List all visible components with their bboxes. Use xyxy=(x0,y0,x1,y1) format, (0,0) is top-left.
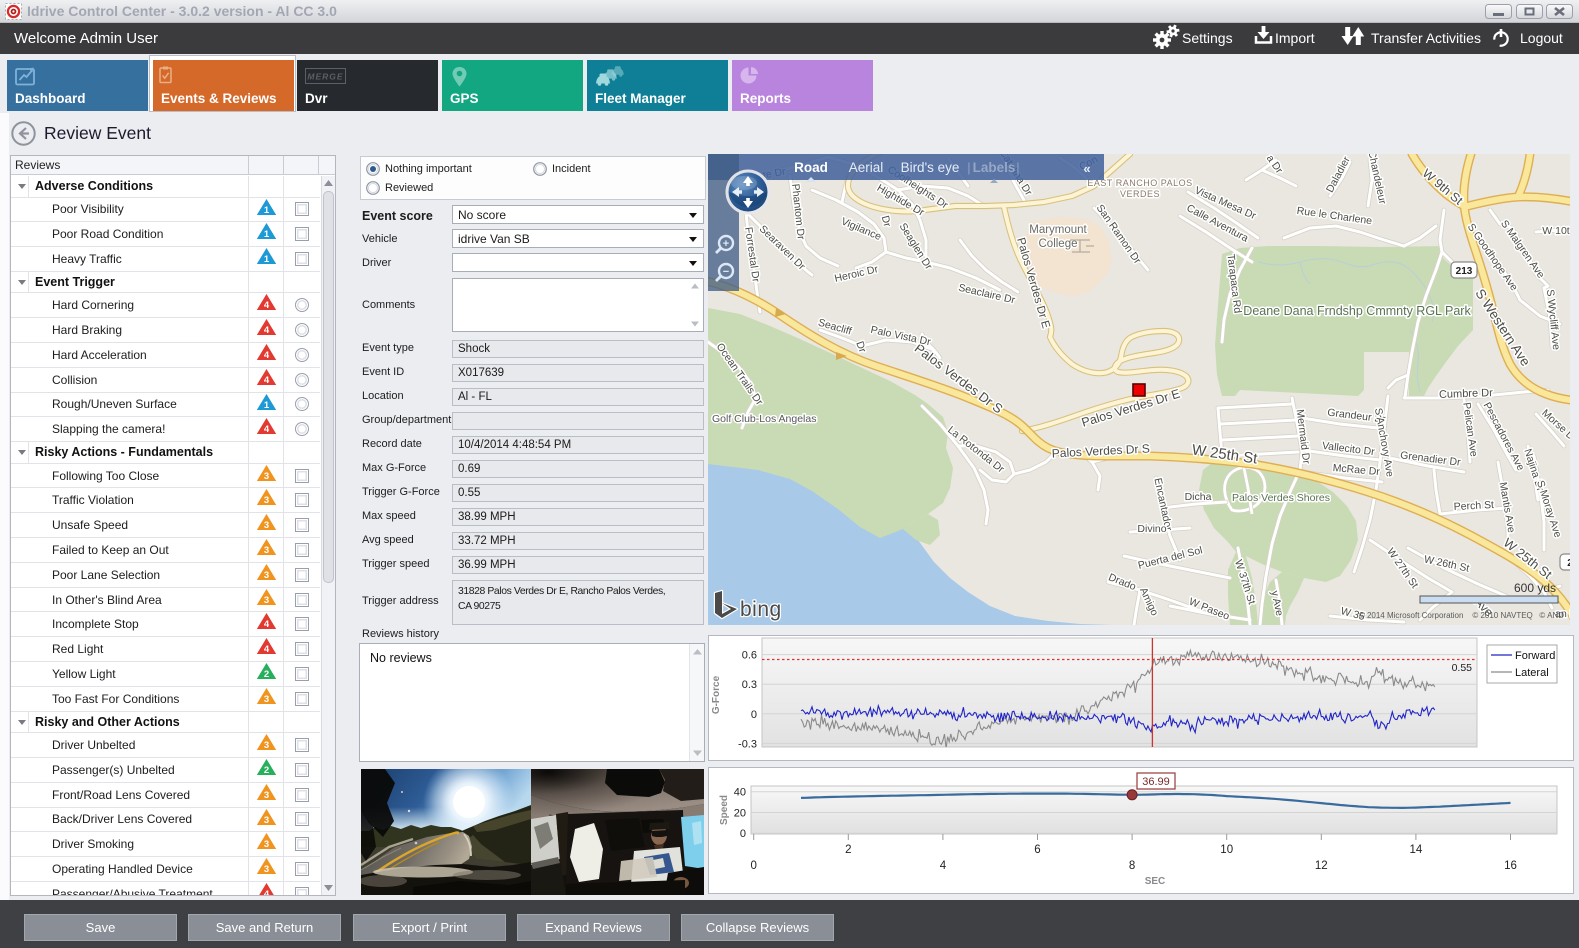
svg-text:Speed: Speed xyxy=(719,795,730,825)
svg-text:0.6: 0.6 xyxy=(742,650,757,662)
svg-text:10: 10 xyxy=(1220,844,1233,856)
svg-text:2: 2 xyxy=(263,765,268,776)
svg-text:40: 40 xyxy=(734,787,746,799)
svg-text:Lateral: Lateral xyxy=(1515,667,1549,679)
svg-text:1: 1 xyxy=(263,229,269,240)
svg-text:0: 0 xyxy=(751,709,757,721)
svg-text:W 10t: W 10t xyxy=(1542,225,1570,237)
svg-text:4: 4 xyxy=(940,860,947,872)
svg-text:4: 4 xyxy=(263,375,269,386)
svg-text:3: 3 xyxy=(263,595,268,606)
svg-text:14: 14 xyxy=(1410,844,1423,856)
svg-text:3: 3 xyxy=(263,495,268,506)
svg-text:2: 2 xyxy=(1567,558,1570,569)
svg-text:213: 213 xyxy=(1456,266,1473,277)
svg-text:Bird's eye: Bird's eye xyxy=(901,160,960,175)
svg-text:«: « xyxy=(1083,161,1090,176)
svg-text:8: 8 xyxy=(1129,860,1135,872)
svg-text:-0.3: -0.3 xyxy=(738,738,757,750)
svg-text:12: 12 xyxy=(1315,860,1328,872)
svg-text:2: 2 xyxy=(263,669,268,680)
svg-text:3: 3 xyxy=(263,815,268,826)
svg-text:Marymount: Marymount xyxy=(1029,224,1087,236)
svg-text:+: + xyxy=(723,238,729,250)
svg-text:3: 3 xyxy=(263,694,268,705)
svg-text:600 yds: 600 yds xyxy=(1514,581,1556,595)
svg-text:0.3: 0.3 xyxy=(742,679,757,691)
svg-text:4: 4 xyxy=(263,619,269,630)
svg-text:6: 6 xyxy=(1034,844,1040,856)
svg-text:1: 1 xyxy=(263,400,269,411)
svg-text:3: 3 xyxy=(263,545,268,556)
svg-text:3: 3 xyxy=(263,839,268,850)
svg-text:Labels: Labels xyxy=(973,160,1016,175)
svg-text:36.99: 36.99 xyxy=(1142,776,1170,788)
svg-text:0: 0 xyxy=(750,860,756,872)
svg-text:3: 3 xyxy=(263,570,268,581)
svg-text:4: 4 xyxy=(263,350,269,361)
svg-text:SEC: SEC xyxy=(1145,876,1166,887)
svg-text:3: 3 xyxy=(263,471,268,482)
svg-text:Forward: Forward xyxy=(1515,650,1555,662)
svg-text:−: − xyxy=(723,266,729,278)
svg-text:20: 20 xyxy=(734,808,746,820)
svg-text:4: 4 xyxy=(263,424,269,435)
svg-text:Road: Road xyxy=(794,160,828,175)
svg-text:Aerial: Aerial xyxy=(849,160,884,175)
svg-text:16: 16 xyxy=(1504,860,1517,872)
svg-text:3: 3 xyxy=(263,740,268,751)
svg-text:0.55: 0.55 xyxy=(1452,662,1473,674)
svg-text:0: 0 xyxy=(740,828,746,840)
svg-text:2: 2 xyxy=(845,844,851,856)
svg-text:1: 1 xyxy=(263,205,269,216)
svg-text:VERDES: VERDES xyxy=(1120,189,1160,199)
svg-text:4: 4 xyxy=(263,325,269,336)
svg-text:Deane Dana Frndshp Cmmnty RGL: Deane Dana Frndshp Cmmnty RGL Park xyxy=(1243,304,1471,318)
svg-text:MERGE: MERGE xyxy=(307,72,343,82)
svg-text:4: 4 xyxy=(263,889,269,895)
svg-text:bing: bing xyxy=(740,598,782,621)
svg-text:G-Force: G-Force xyxy=(711,675,722,714)
svg-text:© 2014 Microsoft Corporation: © 2014 Microsoft Corporation © 2010 NAVT… xyxy=(1359,611,1564,620)
svg-text:Golf Club-Los Angelas: Golf Club-Los Angelas xyxy=(712,413,816,425)
svg-text:3: 3 xyxy=(263,790,268,801)
svg-text:Palos Verdes Shores: Palos Verdes Shores xyxy=(1232,492,1330,504)
svg-text:4: 4 xyxy=(263,644,269,655)
svg-text:3: 3 xyxy=(263,520,268,531)
svg-text:Divino: Divino xyxy=(1137,523,1166,535)
svg-text:Cumbre Dr: Cumbre Dr xyxy=(1439,387,1494,401)
svg-text:3: 3 xyxy=(263,864,268,875)
svg-text:|: | xyxy=(1016,160,1019,175)
svg-text:|: | xyxy=(967,160,970,175)
svg-text:Dicha: Dicha xyxy=(1185,491,1212,503)
svg-text:1: 1 xyxy=(263,254,269,265)
svg-text:Perch St: Perch St xyxy=(1453,499,1494,513)
svg-text:4: 4 xyxy=(263,300,269,311)
